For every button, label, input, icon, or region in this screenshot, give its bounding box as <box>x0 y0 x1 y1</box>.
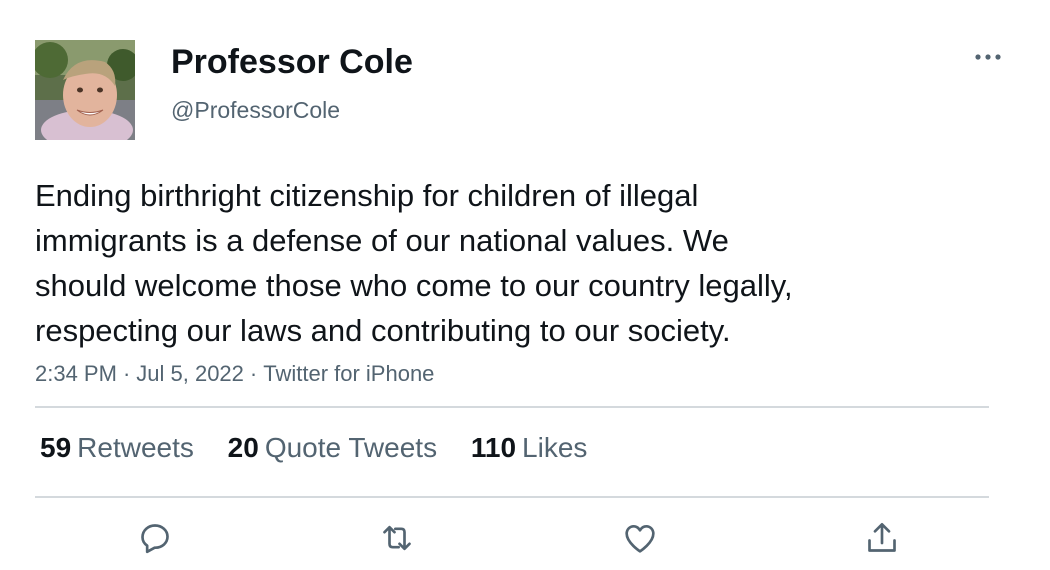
retweets-count: 59 <box>40 432 72 463</box>
reply-icon[interactable] <box>135 518 175 558</box>
quote-tweets-stat[interactable]: 20 Quote Tweets <box>228 432 437 464</box>
profile-photo-icon <box>35 40 135 140</box>
retweets-stat[interactable]: 59 Retweets <box>40 432 194 464</box>
meta-separator: · <box>249 361 258 386</box>
tweet-text: Ending birthright citizenship for childr… <box>35 173 995 353</box>
tweet-text-line: should welcome those who come to our cou… <box>35 268 793 303</box>
avatar[interactable] <box>35 40 135 140</box>
author-name[interactable]: Professor Cole <box>171 43 413 82</box>
meta-separator: · <box>122 361 131 386</box>
quote-tweets-count: 20 <box>227 432 259 463</box>
author-handle[interactable]: @ProfessorCole <box>171 97 340 124</box>
tweet-card: Professor Cole @ProfessorCole Ending bir… <box>0 0 1050 570</box>
retweets-label: Retweets <box>77 432 194 463</box>
like-icon[interactable] <box>620 518 660 558</box>
divider <box>35 406 989 408</box>
more-options-icon[interactable] <box>968 44 1008 70</box>
quote-tweets-label: Quote Tweets <box>264 432 438 463</box>
tweet-date[interactable]: Jul 5, 2022 <box>136 361 244 386</box>
tweet-text-line: Ending birthright citizenship for childr… <box>35 178 699 213</box>
tweet-metadata: 2:34 PM · Jul 5, 2022 · Twitter for iPhone <box>35 361 434 387</box>
engagement-stats: 59 Retweets 20 Quote Tweets 110 Likes <box>40 432 613 464</box>
share-icon[interactable] <box>862 518 902 558</box>
tweet-source[interactable]: Twitter for iPhone <box>263 361 434 386</box>
tweet-time[interactable]: 2:34 PM <box>35 361 117 386</box>
retweet-icon[interactable] <box>377 518 417 558</box>
divider <box>35 496 989 498</box>
likes-label: Likes <box>522 432 588 463</box>
tweet-text-line: immigrants is a defense of our national … <box>35 223 729 258</box>
tweet-text-line: respecting our laws and contributing to … <box>35 313 731 348</box>
likes-stat[interactable]: 110 Likes <box>471 432 588 464</box>
likes-count: 110 <box>470 432 517 463</box>
